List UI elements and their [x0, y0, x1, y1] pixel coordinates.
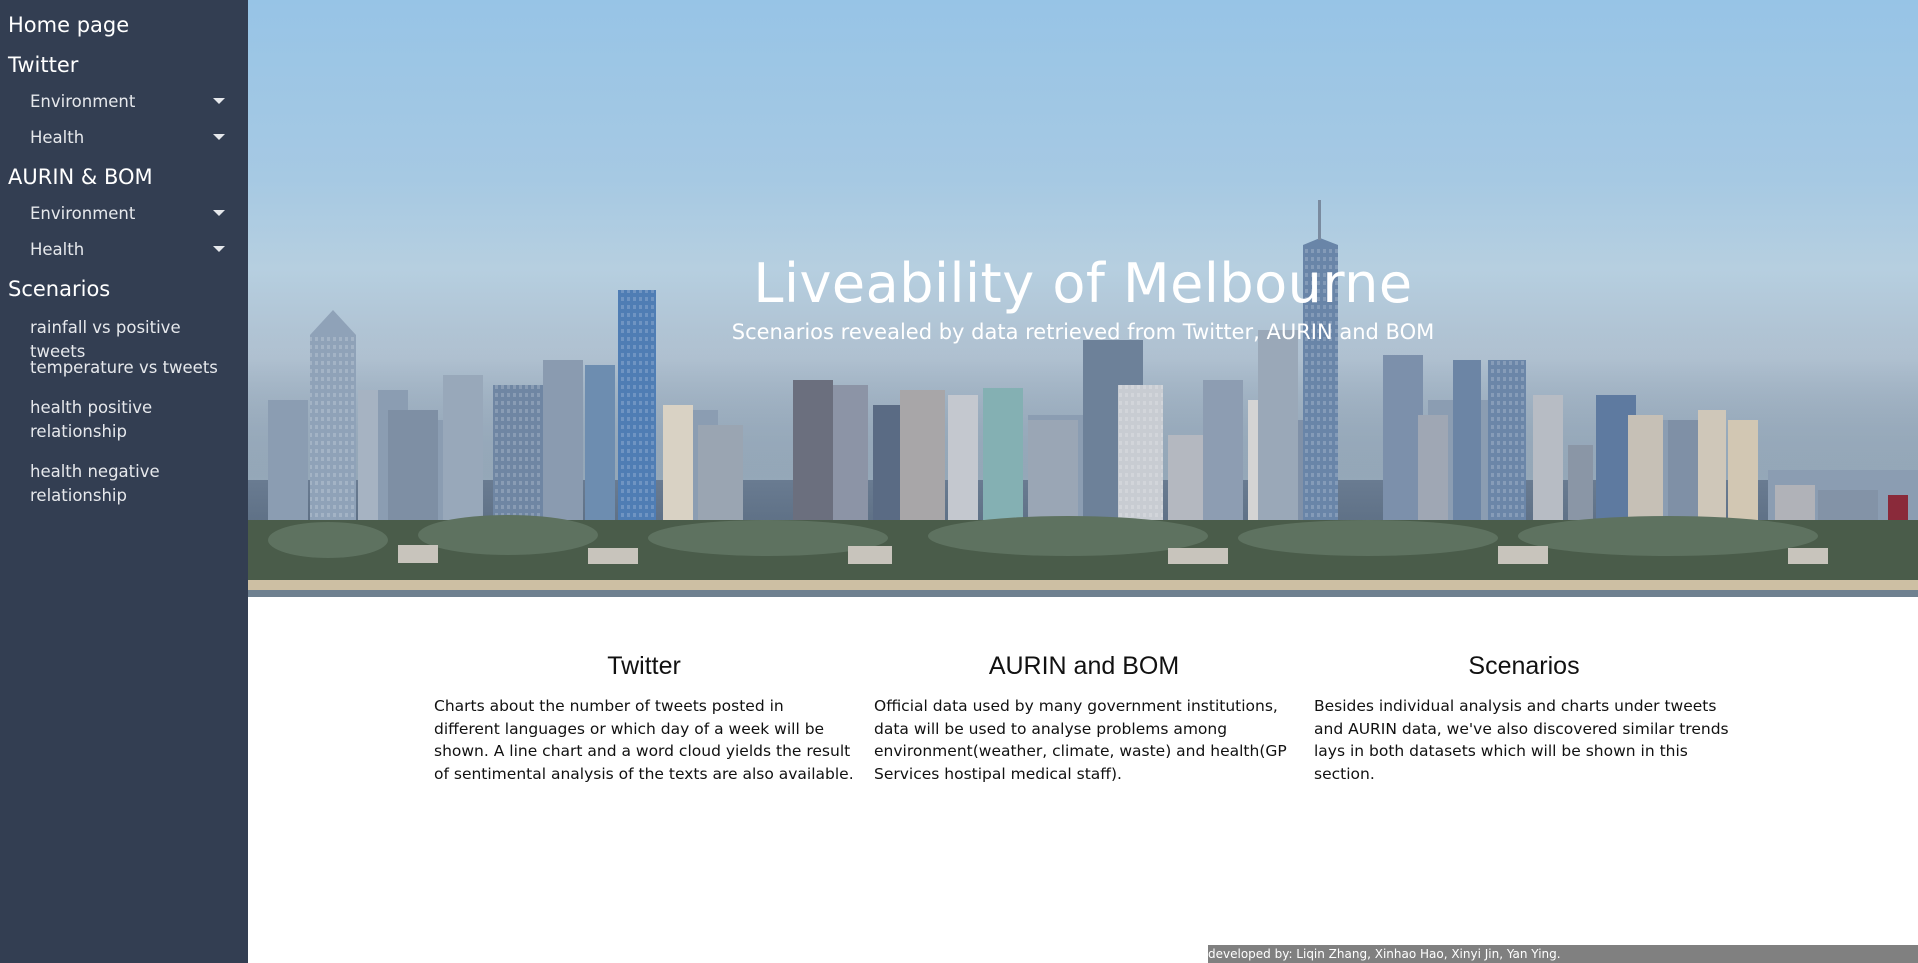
- scenarios-column: Scenarios Besides individual analysis an…: [1314, 652, 1734, 785]
- nav-scenarios[interactable]: Scenarios: [0, 276, 118, 302]
- footer-credits: developed by: Liqin Zhang, Xinhao Hao, X…: [1208, 945, 1918, 963]
- aurin-bom-description: Official data used by many government in…: [874, 697, 1287, 783]
- nav-twitter-health-label: Health: [30, 128, 85, 147]
- hero-banner: Liveability of Melbourne Scenarios revea…: [248, 0, 1918, 597]
- nav-scenario-temperature[interactable]: temperature vs tweets: [0, 356, 220, 380]
- nav-scenario-health-negative[interactable]: health negative relationship: [0, 460, 180, 508]
- nav-aurin-health[interactable]: Health: [0, 238, 248, 262]
- aurin-bom-column: AURIN and BOM Official data used by many…: [874, 652, 1294, 785]
- twitter-heading: Twitter: [607, 652, 681, 680]
- scenarios-description: Besides individual analysis and charts u…: [1314, 697, 1729, 783]
- aurin-bom-heading: AURIN and BOM: [988, 652, 1180, 680]
- hero-title: Liveability of Melbourne: [753, 252, 1413, 315]
- twitter-description: Charts about the number of tweets posted…: [434, 697, 854, 783]
- nav-twitter-environment-label: Environment: [30, 92, 136, 111]
- nav-aurin-bom[interactable]: AURIN & BOM: [0, 164, 161, 190]
- nav-scenario-health-positive[interactable]: health positive relationship: [0, 396, 180, 444]
- twitter-column: Twitter Charts about the number of tweet…: [434, 652, 854, 785]
- caret-down-icon: [213, 210, 225, 216]
- nav-twitter-environment[interactable]: Environment: [0, 90, 248, 114]
- caret-down-icon: [213, 246, 225, 252]
- nav-aurin-health-label: Health: [30, 240, 85, 259]
- nav-home[interactable]: Home page: [0, 12, 137, 38]
- nav-twitter[interactable]: Twitter: [0, 52, 86, 78]
- nav-twitter-health[interactable]: Health: [0, 126, 248, 150]
- hero-subtitle: Scenarios revealed by data retrieved fro…: [731, 320, 1435, 344]
- scenarios-heading: Scenarios: [1468, 652, 1580, 680]
- caret-down-icon: [213, 134, 225, 140]
- nav-aurin-environment-label: Environment: [30, 204, 136, 223]
- sidebar: Home page Twitter Environment Health AUR…: [0, 0, 248, 963]
- nav-aurin-environment[interactable]: Environment: [0, 202, 248, 226]
- caret-down-icon: [213, 98, 225, 104]
